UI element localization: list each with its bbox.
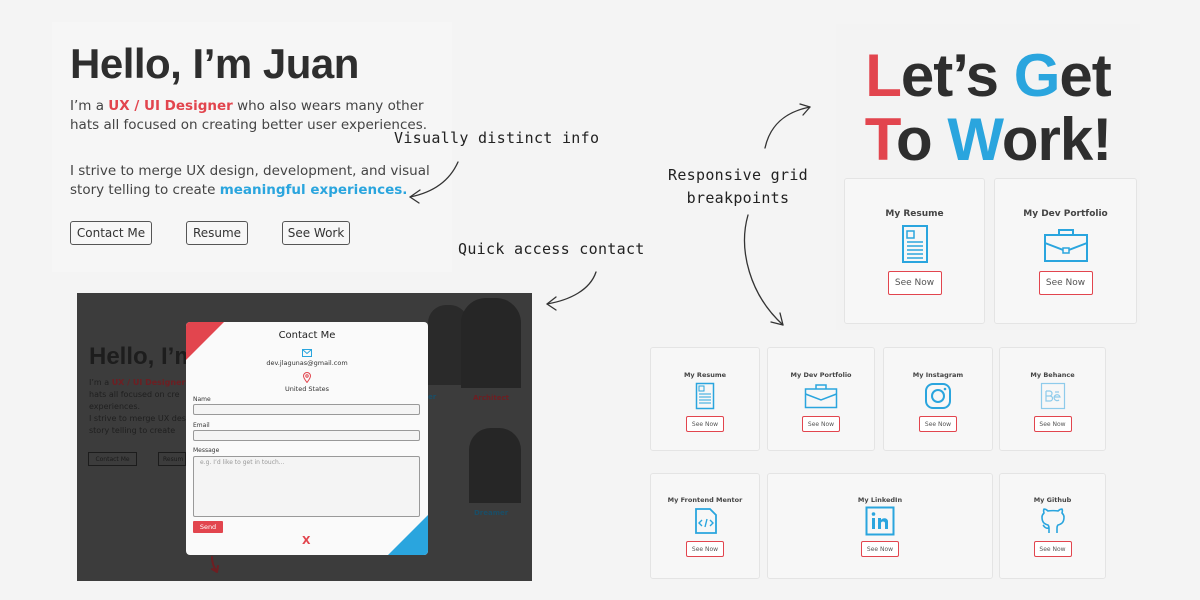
contact-modal: Contact Me dev.jlagunas@gmail.com United… — [186, 322, 428, 555]
modal-corner-blue — [388, 515, 428, 555]
name-label: Name — [193, 396, 211, 403]
bg-resume-button: Resum — [158, 452, 186, 466]
email-label: Email — [193, 422, 210, 429]
heading-letter-l: L — [865, 42, 902, 109]
bg-intro: I’m a UX / UI Designer hats all focused … — [89, 377, 189, 437]
modal-email-link[interactable]: dev.jlagunas@gmail.com — [186, 359, 428, 367]
heading-letter-w: W — [947, 106, 1003, 173]
bg-intro-line: I strive to merge UX desi — [89, 414, 189, 423]
heading-text: et — [1059, 42, 1111, 109]
grid-card-instagram[interactable]: My Instagram See Now — [883, 347, 993, 451]
card-title: My LinkedIn — [857, 496, 903, 504]
card-title: My Behance — [1030, 371, 1075, 379]
bg-intro-line: hats all focused on cre — [89, 390, 180, 399]
arrow-to-grid — [743, 214, 784, 326]
briefcase-icon — [1043, 229, 1088, 262]
location-pin-icon — [303, 372, 311, 383]
modal-location: United States — [284, 385, 329, 393]
see-now-button[interactable]: See Now — [1033, 541, 1072, 557]
contact-modal-screenshot: Hello, I’m I’m a UX / UI Designer hats a… — [77, 293, 532, 581]
linkedin-icon — [865, 506, 895, 536]
card-title: My Github — [1033, 496, 1072, 504]
bg-intro-prefix: I’m a — [89, 378, 112, 387]
bg-label: er — [428, 393, 437, 401]
arrow-to-work-panel — [764, 106, 811, 149]
heading-letter-g: G — [1013, 42, 1061, 109]
github-icon — [1040, 508, 1065, 533]
see-now-button[interactable]: See Now — [1038, 271, 1093, 295]
card-title: My Dev Portfolio — [1023, 209, 1108, 219]
instagram-icon — [925, 383, 951, 409]
modal-title: Contact Me — [278, 330, 336, 341]
bg-intro-line: story telling to create — [89, 426, 176, 435]
heading-text: o — [895, 106, 948, 173]
bg-label: Dreamer — [474, 509, 509, 517]
see-now-button[interactable]: See Now — [1033, 416, 1072, 432]
message-textarea[interactable]: e.g. I’d like to get in touch... — [193, 456, 420, 517]
grid-card-linkedin[interactable]: My LinkedIn See Now — [767, 473, 993, 579]
work-heading-line1: Let’s Get — [836, 44, 1140, 108]
bg-intro-line: experiences. — [89, 402, 141, 411]
close-button[interactable]: X — [302, 534, 310, 547]
grid-card-frontend-mentor[interactable]: My Frontend Mentor See Now — [650, 473, 760, 579]
card-title: My Resume — [885, 209, 944, 219]
bg-portrait — [469, 428, 521, 503]
see-now-button[interactable]: See Now — [887, 271, 942, 295]
arrow-quick-access — [546, 271, 597, 305]
grid-card-behance[interactable]: My Behance See Now — [999, 347, 1106, 451]
bg-contact-button: Contact Me — [88, 452, 137, 466]
bg-intro-role: UX / UI Designer — [111, 378, 186, 387]
bg-greeting: Hello, I’m — [89, 343, 196, 370]
resume-icon — [901, 225, 928, 263]
see-now-button[interactable]: See Now — [802, 416, 840, 432]
email-input[interactable] — [193, 430, 420, 441]
modal-corner-red — [186, 322, 224, 360]
see-now-button[interactable]: See Now — [861, 541, 899, 557]
resume-icon — [695, 382, 715, 410]
bg-label: Architect — [473, 394, 509, 402]
message-label: Message — [193, 447, 220, 454]
responsive-grid: My Resume See Now My Dev Portfolio See N… — [650, 345, 1106, 580]
card-dev-portfolio[interactable]: My Dev Portfolio See Now — [994, 178, 1137, 324]
send-button[interactable]: Send — [193, 521, 223, 533]
behance-icon — [1040, 382, 1065, 410]
name-input[interactable] — [193, 404, 420, 415]
card-title: My Dev Portfolio — [790, 371, 852, 379]
work-heading: Let’s Get To Work! — [836, 44, 1140, 172]
work-heading-line2: To Work! — [836, 108, 1140, 172]
briefcase-icon — [804, 384, 838, 409]
mail-icon — [302, 349, 312, 357]
card-title: My Instagram — [912, 371, 964, 379]
code-file-icon — [695, 508, 717, 534]
card-resume[interactable]: My Resume See Now — [844, 178, 985, 324]
lets-get-to-work-panel: Let’s Get To Work! My Resume See Now My … — [836, 24, 1140, 330]
heading-letter-t: T — [864, 106, 897, 173]
grid-card-dev-portfolio[interactable]: My Dev Portfolio See Now — [767, 347, 875, 451]
heading-text: ork! — [1001, 106, 1112, 173]
card-title: My Resume — [683, 371, 727, 379]
grid-card-github[interactable]: My Github See Now — [999, 473, 1106, 579]
card-title: My Frontend Mentor — [667, 496, 743, 504]
see-now-button[interactable]: See Now — [686, 416, 724, 432]
see-now-button[interactable]: See Now — [919, 416, 957, 432]
grid-card-resume[interactable]: My Resume See Now — [650, 347, 760, 451]
heading-text: et’s — [900, 42, 1014, 109]
see-now-button[interactable]: See Now — [686, 541, 724, 557]
bg-portrait — [461, 298, 521, 388]
cursor-arrow-icon — [211, 556, 219, 573]
